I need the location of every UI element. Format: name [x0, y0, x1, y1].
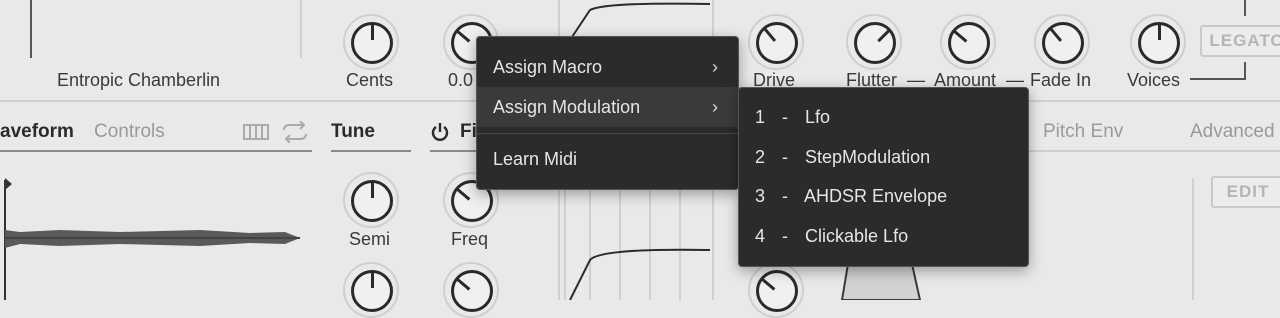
- legato-button[interactable]: LEGATO: [1200, 25, 1280, 57]
- tune-knob-2[interactable]: [343, 262, 399, 318]
- tab-waveform[interactable]: aveform: [0, 121, 74, 143]
- voices-bracket: [1244, 62, 1246, 80]
- tune-header: Tune: [331, 121, 375, 142]
- amount-knob[interactable]: [940, 14, 996, 70]
- item-number: 4: [755, 226, 766, 246]
- menu-item-assign-modulation[interactable]: Assign Modulation ›: [477, 87, 738, 127]
- fade-in-knob[interactable]: [1034, 14, 1090, 70]
- tab-underline: [1028, 150, 1280, 152]
- legato-bracket: [1244, 0, 1246, 16]
- menu-separator: [477, 133, 738, 134]
- item-label: Clickable Lfo: [805, 226, 909, 246]
- menu-item-label: Assign Modulation: [493, 97, 641, 117]
- menu-item-assign-macro[interactable]: Assign Macro ›: [477, 47, 738, 87]
- loop-icon[interactable]: [280, 121, 310, 143]
- semi-label: Semi: [349, 229, 391, 249]
- item-number: 2: [755, 147, 766, 167]
- edit-button[interactable]: EDIT: [1211, 176, 1280, 208]
- modulation-submenu: 1 - Lfo 2 - StepModulation 3 - AHDSR Env…: [738, 87, 1029, 267]
- item-separator: -: [782, 186, 789, 206]
- item-separator: -: [782, 226, 789, 246]
- item-label: Lfo: [805, 107, 831, 127]
- cents-label: Cents: [346, 70, 394, 90]
- submenu-item-stepmodulation[interactable]: 2 - StepModulation: [739, 137, 1028, 177]
- item-label: AHDSR Envelope: [804, 186, 948, 206]
- tab-pitch-env[interactable]: Pitch Env: [1043, 121, 1123, 143]
- mod-knob[interactable]: [748, 262, 804, 318]
- playhead-marker-icon: [5, 178, 12, 190]
- menu-item-label: Learn Midi: [493, 149, 578, 169]
- submenu-item-lfo[interactable]: 1 - Lfo: [739, 97, 1028, 137]
- shape-display: [840, 263, 922, 300]
- freq-label: Freq: [451, 229, 489, 249]
- divider: [1192, 178, 1194, 300]
- zero-value: 0.0: [448, 70, 474, 90]
- menu-item-label: Assign Macro: [493, 57, 603, 77]
- drive-knob[interactable]: [748, 14, 804, 70]
- voices-label: Voices: [1127, 70, 1181, 90]
- keyboard-icon[interactable]: [242, 122, 272, 142]
- menu-item-learn-midi[interactable]: Learn Midi: [477, 139, 738, 179]
- fade-in-label: Fade In: [1030, 70, 1092, 90]
- item-label: StepModulation: [805, 147, 931, 167]
- item-separator: -: [782, 147, 789, 167]
- item-separator: -: [782, 107, 789, 127]
- item-number: 3: [755, 186, 766, 206]
- tab-underline: [0, 150, 312, 152]
- voices-knob[interactable]: [1130, 14, 1186, 70]
- waveform-display[interactable]: [0, 172, 310, 300]
- cents-knob[interactable]: [343, 14, 399, 70]
- item-number: 1: [755, 107, 766, 127]
- submenu-item-clickable-lfo[interactable]: 4 - Clickable Lfo: [739, 216, 1028, 256]
- tune-underline: [331, 150, 411, 152]
- voices-bracket: [1190, 78, 1244, 80]
- submenu-item-ahdsr-envelope[interactable]: 3 - AHDSR Envelope: [739, 176, 1028, 216]
- filter-knob-2[interactable]: [443, 262, 499, 318]
- preset-name: Entropic Chamberlin: [57, 70, 221, 90]
- flutter-knob[interactable]: [846, 14, 902, 70]
- tab-controls[interactable]: Controls: [94, 121, 165, 143]
- chevron-right-icon: ›: [712, 97, 718, 117]
- chevron-right-icon: ›: [712, 57, 718, 77]
- context-menu: Assign Macro › Assign Modulation › Learn…: [476, 36, 739, 190]
- waveform-marker-line: [30, 0, 32, 58]
- divider: [300, 0, 302, 58]
- tab-advanced[interactable]: Advanced: [1190, 121, 1275, 143]
- semi-knob[interactable]: [343, 172, 399, 228]
- filter-header: Fi: [460, 121, 477, 142]
- power-icon[interactable]: [430, 122, 450, 142]
